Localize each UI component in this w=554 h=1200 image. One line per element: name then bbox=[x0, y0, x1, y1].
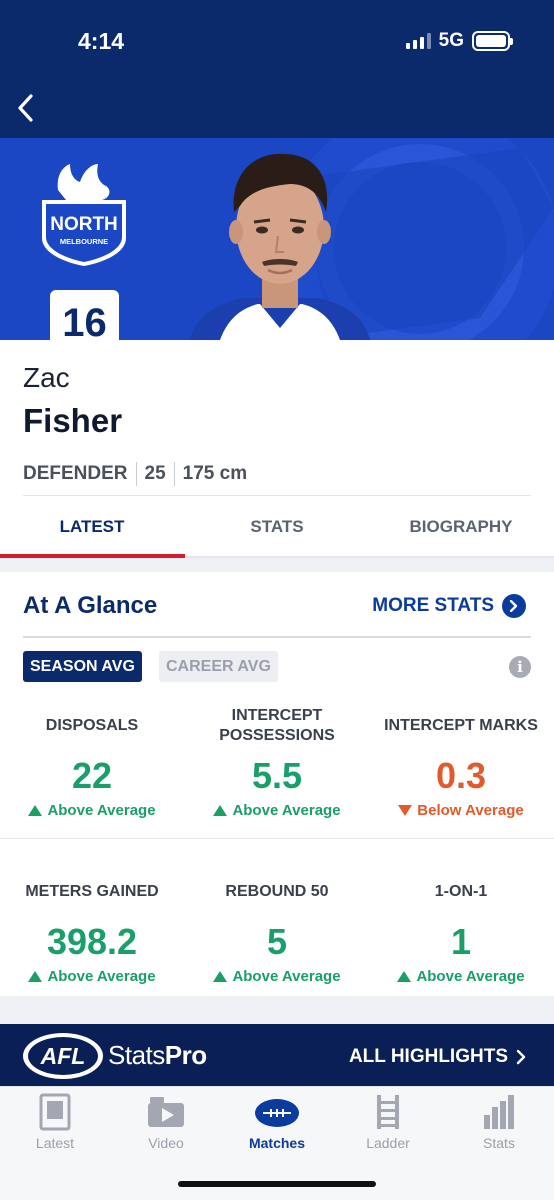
stat-value: 5.5 bbox=[251, 755, 303, 796]
section-spacer bbox=[0, 558, 554, 572]
stats-pro-wordmark: StatsPro bbox=[108, 1040, 207, 1070]
arrow-up-icon bbox=[28, 971, 43, 982]
stat-label: REBOUND 50 bbox=[225, 883, 329, 900]
player-height: 175 cm bbox=[182, 463, 248, 484]
afl-logo: AFL bbox=[23, 1033, 103, 1079]
nav-label: Latest bbox=[35, 1135, 75, 1151]
football-icon bbox=[255, 1099, 299, 1127]
stats-pro-banner[interactable]: AFL StatsPro ALL HIGHLIGHTS bbox=[0, 1024, 554, 1086]
nav-label: Ladder bbox=[366, 1135, 410, 1151]
stat-value: 22 bbox=[71, 755, 113, 796]
nav-latest[interactable]: Latest bbox=[0, 1087, 110, 1157]
stat-label: 1-ON-1 bbox=[434, 883, 488, 900]
arrow-down-icon bbox=[398, 805, 413, 816]
chevron-right-icon bbox=[516, 1049, 526, 1065]
stat-value: 398.2 bbox=[46, 921, 138, 962]
bar-chart-icon bbox=[484, 1095, 514, 1129]
tab-stats[interactable]: STATS bbox=[185, 496, 369, 558]
divider bbox=[23, 636, 531, 638]
club-logo: NORTH MELBOURNE bbox=[42, 164, 126, 266]
afl-logo-text: AFL bbox=[40, 1043, 86, 1069]
arrow-up-icon bbox=[213, 971, 228, 982]
nav-label: Stats bbox=[483, 1135, 515, 1151]
status-indicators: 5G bbox=[405, 30, 513, 52]
season-avg-toggle[interactable]: SEASON AVG bbox=[23, 651, 142, 682]
bottom-tab-bar: Latest Video Matches Ladder Stats bbox=[0, 1086, 554, 1200]
player-age: 25 bbox=[144, 463, 166, 484]
arrow-up-icon bbox=[28, 805, 43, 816]
meta-divider bbox=[173, 462, 175, 486]
latest-icon bbox=[39, 1093, 71, 1131]
club-subname: MELBOURNE bbox=[60, 237, 108, 246]
nav-matches[interactable]: Matches bbox=[222, 1087, 332, 1157]
divider bbox=[0, 838, 554, 839]
signal-icon bbox=[405, 33, 431, 49]
stat-trend: Above Average bbox=[0, 968, 184, 985]
stat-trend: Above Average bbox=[185, 802, 369, 819]
stat-label: INTERCEPT MARKS bbox=[384, 717, 538, 734]
battery-icon bbox=[472, 31, 513, 51]
stat-intercept-possessions: INTERCEPT POSSESSIONS 5.5 Above Average bbox=[185, 702, 369, 832]
stat-label: METERS GAINED bbox=[25, 883, 159, 900]
player-position: DEFENDER bbox=[23, 463, 128, 484]
career-avg-toggle[interactable]: CAREER AVG bbox=[159, 651, 278, 682]
stat-disposals: DISPOSALS 22 Above Average bbox=[0, 702, 184, 832]
nav-ladder[interactable]: Ladder bbox=[333, 1087, 443, 1157]
player-meta: DEFENDER 25 175 cm bbox=[23, 462, 247, 486]
nav-stats[interactable]: Stats bbox=[444, 1087, 554, 1157]
ladder-icon bbox=[377, 1095, 399, 1129]
stat-value: 0.3 bbox=[435, 755, 487, 796]
stat-meters-gained: METERS GAINED 398.2 Above Average bbox=[0, 868, 184, 998]
profile-tabs: LATEST STATS BIOGRAPHY bbox=[0, 496, 554, 558]
all-highlights-label: ALL HIGHLIGHTS bbox=[348, 1046, 508, 1067]
section-spacer bbox=[0, 996, 554, 1024]
stat-one-on-one: 1-ON-1 1 Above Average bbox=[369, 868, 553, 998]
tab-biography[interactable]: BIOGRAPHY bbox=[369, 496, 553, 558]
club-name: NORTH bbox=[50, 214, 118, 235]
player-last-name: Fisher bbox=[23, 402, 123, 439]
stat-label: INTERCEPT POSSESSIONS bbox=[219, 707, 335, 744]
status-bar: 4:14 5G bbox=[0, 0, 554, 80]
nav-video[interactable]: Video bbox=[111, 1087, 221, 1157]
network-label: 5G bbox=[438, 30, 464, 51]
tab-latest[interactable]: LATEST bbox=[0, 496, 184, 558]
stat-row: DISPOSALS 22 Above Average INTERCEPT POS… bbox=[0, 702, 554, 832]
chevron-left-icon bbox=[18, 94, 33, 122]
home-indicator bbox=[178, 1181, 376, 1187]
nav-label: Matches bbox=[248, 1135, 306, 1151]
info-icon[interactable]: i bbox=[509, 656, 531, 678]
player-info: Zac Fisher DEFENDER 25 175 cm bbox=[0, 340, 554, 496]
more-stats-link[interactable]: MORE STATS bbox=[372, 594, 526, 618]
player-photo bbox=[190, 153, 370, 340]
jersey-number: 16 bbox=[50, 290, 119, 340]
stat-rebound-50: REBOUND 50 5 Above Average bbox=[185, 868, 369, 998]
at-a-glance-card: At A Glance MORE STATS SEASON AVG CAREER… bbox=[0, 572, 554, 996]
status-time: 4:14 bbox=[78, 28, 125, 54]
stat-intercept-marks: INTERCEPT MARKS 0.3 Below Average bbox=[369, 702, 553, 832]
arrow-up-icon bbox=[213, 805, 228, 816]
meta-divider bbox=[135, 462, 137, 486]
stat-row: METERS GAINED 398.2 Above Average REBOUN… bbox=[0, 868, 554, 998]
chevron-right-icon bbox=[502, 594, 526, 618]
stat-trend: Above Average bbox=[0, 802, 184, 819]
player-first-name: Zac bbox=[23, 362, 70, 393]
section-title: At A Glance bbox=[23, 592, 158, 619]
nav-bar bbox=[0, 80, 554, 138]
arrow-up-icon bbox=[397, 971, 412, 982]
back-button[interactable] bbox=[6, 88, 46, 128]
nav-label: Video bbox=[148, 1135, 184, 1151]
stat-trend: Above Average bbox=[185, 968, 369, 985]
video-icon bbox=[148, 1097, 184, 1127]
stat-label: DISPOSALS bbox=[45, 717, 139, 734]
all-highlights-link[interactable]: ALL HIGHLIGHTS bbox=[349, 1046, 526, 1068]
stat-trend: Above Average bbox=[369, 968, 553, 985]
player-hero: NORTH MELBOURNE 16 bbox=[0, 138, 554, 340]
stat-trend: Below Average bbox=[369, 802, 553, 819]
stat-value: 5 bbox=[266, 921, 288, 962]
more-stats-label: MORE STATS bbox=[372, 595, 494, 616]
stat-value: 1 bbox=[450, 921, 472, 962]
